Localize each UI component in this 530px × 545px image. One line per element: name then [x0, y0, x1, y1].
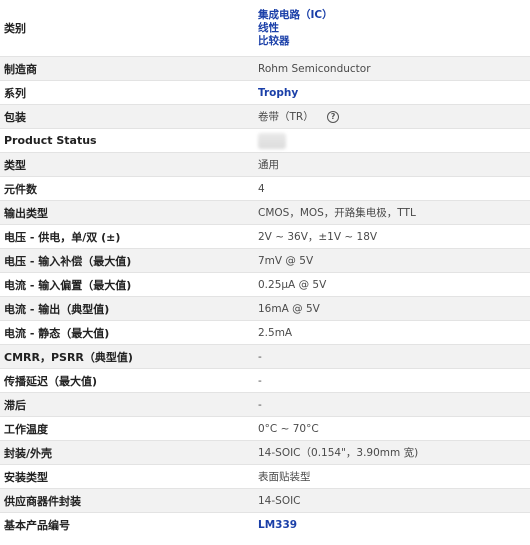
- attr-label-input-offset-voltage: 电压 - 输入补偿（最大值): [4, 254, 132, 268]
- attr-value-type: 通用: [258, 159, 279, 171]
- category-link-ic[interactable]: 集成电路（IC）: [258, 9, 530, 22]
- attr-label-output-type: 输出类型: [4, 206, 48, 220]
- row-mounting-type: 安装类型 表面贴装型: [0, 464, 530, 489]
- attr-value-output-type: CMOS，MOS，开路集电极，TTL: [258, 207, 416, 219]
- attr-value-series: Trophy: [252, 81, 530, 105]
- series-link[interactable]: Trophy: [258, 87, 298, 99]
- attr-value-element-count: 4: [258, 182, 265, 195]
- attr-label-hysteresis: 滞后: [4, 398, 26, 412]
- attr-value-input-bias-current: 0.25µA @ 5V: [258, 278, 327, 291]
- row-package-case: 封装/外壳 14-SOIC（0.154"，3.90mm 宽): [0, 440, 530, 465]
- category-link-comparator[interactable]: 比较器: [258, 35, 530, 48]
- attr-value-base-part-number: LM339: [252, 513, 530, 537]
- row-supply-voltage: 电压 - 供电，单/双 (±) 2V ~ 36V，±1V ~ 18V: [0, 224, 530, 249]
- row-operating-temp: 工作温度 0°C ~ 70°C: [0, 416, 530, 441]
- question-circle-icon[interactable]: ?: [327, 111, 340, 123]
- attr-value-supplier-device-package: 14-SOIC: [258, 494, 301, 507]
- attr-label-mounting-type: 安装类型: [4, 470, 48, 484]
- attr-value-product-status: [252, 129, 530, 153]
- row-quiescent-current: 电流 - 静态（最大值) 2.5mA: [0, 320, 530, 345]
- row-hysteresis: 滞后 -: [0, 392, 530, 417]
- category-link-linear[interactable]: 线性: [258, 22, 530, 35]
- attr-value-input-offset-voltage: 7mV @ 5V: [258, 254, 314, 267]
- attr-label-base-part-number: 基本产品编号: [4, 518, 70, 532]
- row-output-type: 输出类型 CMOS，MOS，开路集电极，TTL: [0, 200, 530, 225]
- attr-label-operating-temp: 工作温度: [4, 422, 48, 436]
- attr-value-category: 集成电路（IC） 线性 比较器: [252, 0, 530, 57]
- attr-label-package-case: 封装/外壳: [4, 446, 53, 460]
- attr-label-category: 类别: [4, 22, 26, 35]
- attr-label-propagation-delay: 传播延迟（最大值): [4, 374, 98, 388]
- base-part-number-link[interactable]: LM339: [258, 519, 297, 531]
- row-propagation-delay: 传播延迟（最大值) -: [0, 368, 530, 393]
- attr-value-output-current: 16mA @ 5V: [258, 302, 320, 315]
- row-input-offset-voltage: 电压 - 输入补偿（最大值) 7mV @ 5V: [0, 248, 530, 273]
- attr-label-package: 包装: [4, 110, 26, 124]
- row-manufacturer: 制造商 Rohm Semiconductor: [0, 56, 530, 81]
- attr-label-quiescent-current: 电流 - 静态（最大值): [4, 326, 110, 340]
- row-input-bias-current: 电流 - 输入偏置（最大值) 0.25µA @ 5V: [0, 272, 530, 297]
- attr-label-manufacturer: 制造商: [4, 62, 37, 76]
- attr-label-input-bias-current: 电流 - 输入偏置（最大值): [4, 278, 132, 292]
- package-value: 卷带（TR）: [258, 111, 314, 123]
- attr-value-propagation-delay: -: [258, 374, 262, 387]
- attr-value-hysteresis: -: [258, 398, 262, 411]
- row-element-count: 元件数 4: [0, 176, 530, 201]
- attr-label-element-count: 元件数: [4, 182, 37, 196]
- attr-value-manufacturer: Rohm Semiconductor: [258, 62, 371, 75]
- attr-value-operating-temp: 0°C ~ 70°C: [258, 422, 319, 435]
- attr-label-cmrr-psrr: CMRR，PSRR（典型值): [4, 350, 133, 364]
- status-badge: [258, 132, 286, 149]
- row-output-current: 电流 - 输出（典型值) 16mA @ 5V: [0, 296, 530, 321]
- attr-value-quiescent-current: 2.5mA: [258, 326, 293, 339]
- attr-value-supply-voltage: 2V ~ 36V，±1V ~ 18V: [258, 231, 378, 243]
- row-supplier-device-package: 供应商器件封装 14-SOIC: [0, 488, 530, 513]
- row-category: 类别 集成电路（IC） 线性 比较器: [0, 0, 530, 57]
- attr-label-output-current: 电流 - 输出（典型值): [4, 302, 110, 316]
- attr-value-package-case: 14-SOIC（0.154"，3.90mm 宽): [258, 447, 419, 459]
- attr-label-product-status: Product Status: [4, 134, 97, 147]
- row-cmrr-psrr: CMRR，PSRR（典型值) -: [0, 344, 530, 369]
- attr-label-series: 系列: [4, 86, 26, 100]
- product-attributes-table: 类别 集成电路（IC） 线性 比较器 制造商 Rohm Semiconducto…: [0, 0, 530, 536]
- row-series: 系列 Trophy: [0, 80, 530, 105]
- row-product-status: Product Status: [0, 128, 530, 153]
- attr-label-supply-voltage: 电压 - 供电，单/双 (±): [4, 230, 121, 244]
- row-type: 类型 通用: [0, 152, 530, 177]
- attr-value-cmrr-psrr: -: [258, 350, 262, 363]
- attr-label-type: 类型: [4, 158, 26, 172]
- attr-value-package: 卷带（TR） ?: [252, 105, 530, 129]
- row-package: 包装 卷带（TR） ?: [0, 104, 530, 129]
- row-base-part-number: 基本产品编号 LM339: [0, 512, 530, 537]
- attr-value-mounting-type: 表面贴装型: [258, 471, 311, 483]
- attr-label-supplier-device-package: 供应商器件封装: [4, 494, 81, 508]
